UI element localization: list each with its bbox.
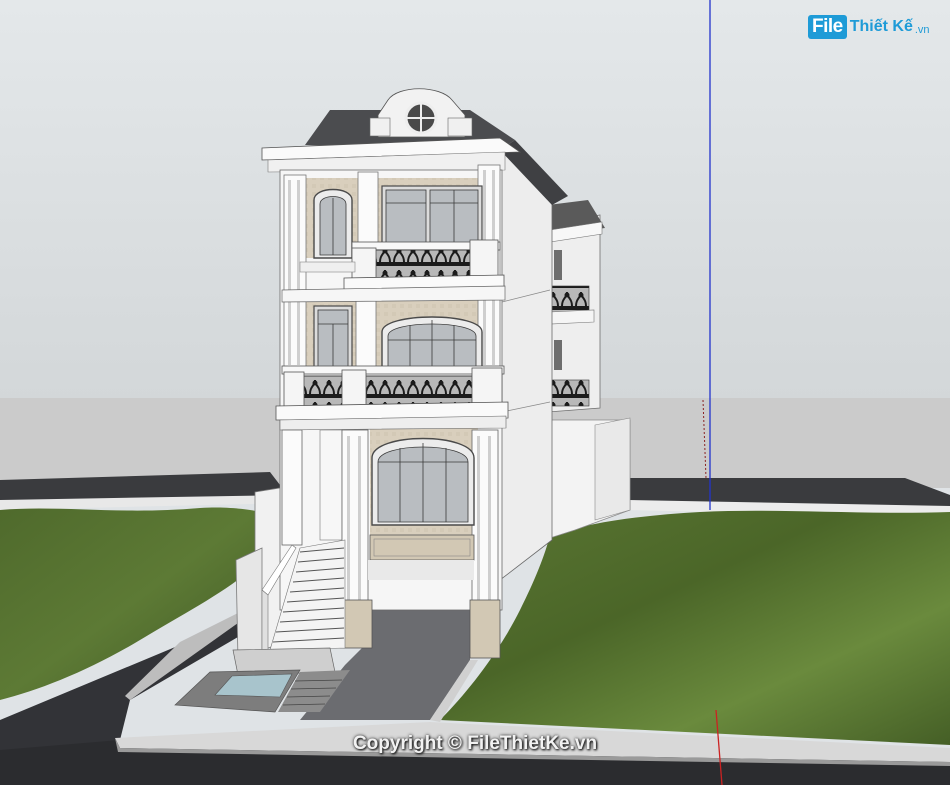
filethietke-logo: File Thiết Kế .vn bbox=[808, 10, 946, 44]
logo-domain: .vn bbox=[914, 24, 930, 36]
copyright-watermark: Copyright © FileThietKe.vn bbox=[352, 733, 598, 754]
logo-text: Thiết Kế bbox=[849, 18, 913, 35]
logo-mark: File bbox=[808, 15, 847, 39]
villa-3d-model-render bbox=[0, 0, 950, 785]
sketchup-viewport[interactable]: File Thiết Kế .vn Copyright © FileThietK… bbox=[0, 0, 950, 785]
